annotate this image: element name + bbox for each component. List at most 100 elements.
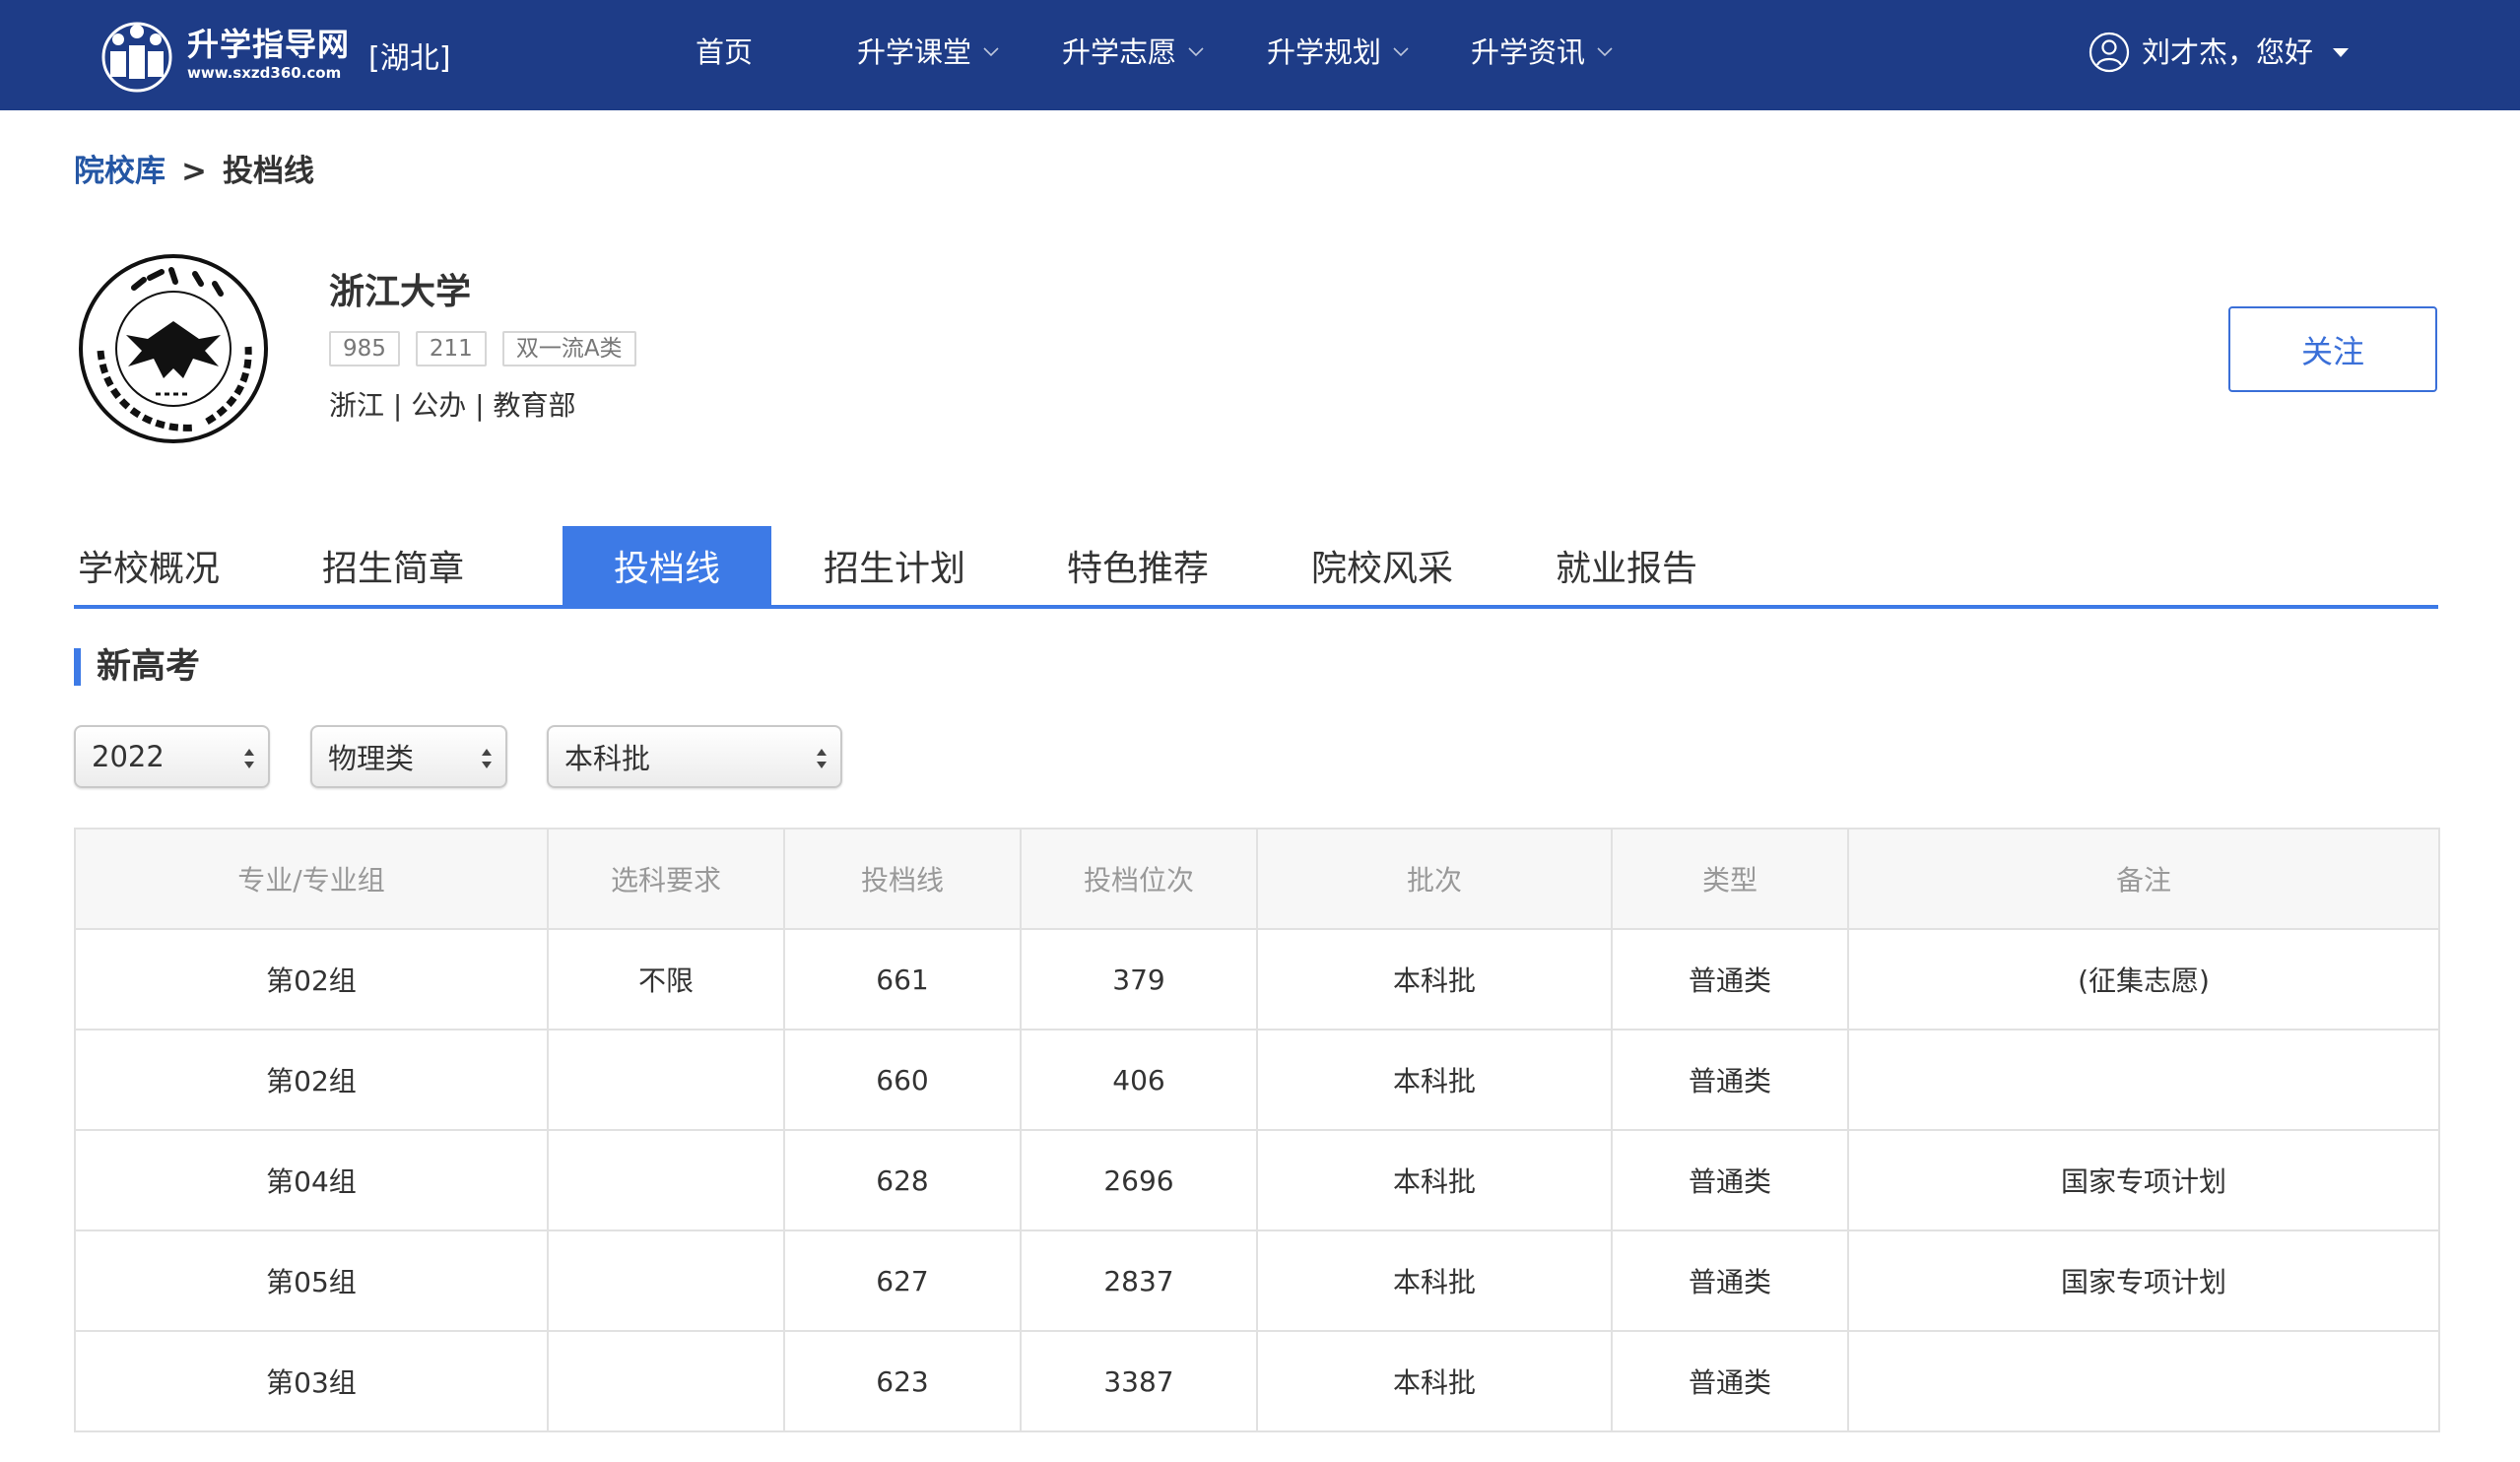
breadcrumb: 院校库 > 投档线 [74, 150, 314, 193]
cell-batch: 本科批 [1256, 1229, 1613, 1332]
nav-planning-label: 升学规划 [1267, 35, 1382, 69]
cell-major-group: 第02组 [74, 1029, 549, 1131]
header-batch: 批次 [1256, 828, 1613, 930]
table-row: 第03组 623 3387 本科批 普通类 [74, 1330, 2440, 1432]
tag-985: 985 [329, 331, 400, 366]
nav-application-label: 升学志愿 [1062, 35, 1177, 69]
cell-remark [1847, 1029, 2440, 1131]
cell-batch: 本科批 [1256, 1129, 1613, 1231]
table-row: 第02组 660 406 本科批 普通类 [74, 1029, 2440, 1131]
cell-remark: 国家专项计划 [1847, 1129, 2440, 1231]
select-arrows-icon [244, 749, 254, 768]
tab-admission-guide[interactable]: 招生简章 [318, 526, 468, 605]
breadcrumb-separator: > [181, 154, 207, 189]
nav-news[interactable]: 升学资讯 [1471, 30, 1613, 75]
chevron-down-icon [983, 47, 999, 57]
nav-classroom-label: 升学课堂 [857, 35, 972, 69]
school-name: 浙江大学 [329, 272, 472, 312]
cell-rank: 406 [1020, 1029, 1258, 1131]
cell-rank: 2696 [1020, 1129, 1258, 1231]
cell-rank: 3387 [1020, 1330, 1258, 1432]
nav-application[interactable]: 升学志愿 [1062, 30, 1204, 75]
tab-enrollment-plan[interactable]: 招生计划 [820, 526, 969, 605]
section-accent-bar [74, 648, 81, 686]
tag-double-first-class: 双一流A类 [501, 331, 636, 366]
school-tags: 985 211 双一流A类 [329, 331, 652, 366]
cell-score: 627 [783, 1229, 1022, 1332]
user-greeting: 刘才杰，您好 [2142, 35, 2314, 69]
select-arrows-icon [482, 749, 492, 768]
site-logo-text[interactable]: 升学指导网 www.sxzd360.com [187, 26, 350, 83]
school-tabs: 学校概况 招生简章 投档线 招生计划 特色推荐 院校风采 就业报告 [74, 526, 2438, 609]
batch-select-value: 本科批 [564, 742, 651, 775]
cell-major-group: 第03组 [74, 1330, 549, 1432]
region-selector[interactable]: [湖北] [368, 39, 450, 79]
cell-major-group: 第05组 [74, 1229, 549, 1332]
tab-admission-scores[interactable]: 投档线 [563, 526, 771, 605]
table-header-row: 专业/专业组 选科要求 投档线 投档位次 批次 类型 备注 [74, 828, 2440, 930]
header-remark: 备注 [1847, 828, 2440, 930]
cell-subject-requirement: 不限 [547, 928, 785, 1030]
year-select-value: 2022 [92, 740, 165, 773]
site-logo-icon[interactable] [99, 18, 175, 93]
batch-select[interactable]: 本科批 [547, 725, 842, 788]
cell-score: 623 [783, 1330, 1022, 1432]
cell-remark: 国家专项计划 [1847, 1229, 2440, 1332]
cell-batch: 本科批 [1256, 928, 1613, 1030]
cell-score: 660 [783, 1029, 1022, 1131]
table-row: 第04组 628 2696 本科批 普通类 国家专项计划 [74, 1129, 2440, 1231]
cell-score: 661 [783, 928, 1022, 1030]
breadcrumb-school-library-link[interactable]: 院校库 [74, 150, 166, 193]
breadcrumb-current: 投档线 [222, 154, 314, 189]
subject-select-value: 物理类 [328, 742, 415, 775]
tab-overview[interactable]: 学校概况 [74, 526, 224, 605]
section-title: 新高考 [97, 647, 201, 687]
cell-type: 普通类 [1611, 1029, 1849, 1131]
tab-campus-style[interactable]: 院校风采 [1307, 526, 1457, 605]
cell-rank: 2837 [1020, 1229, 1258, 1332]
cell-major-group: 第04组 [74, 1129, 549, 1231]
header-major-group: 专业/专业组 [74, 828, 549, 930]
site-url: www.sxzd360.com [187, 64, 342, 82]
header-score: 投档线 [783, 828, 1022, 930]
cell-type: 普通类 [1611, 1129, 1849, 1231]
cell-batch: 本科批 [1256, 1330, 1613, 1432]
nav-home-label: 首页 [696, 35, 754, 69]
chevron-down-icon [1597, 47, 1613, 57]
cell-batch: 本科批 [1256, 1029, 1613, 1131]
select-arrows-icon [817, 749, 827, 768]
user-avatar-icon [2089, 32, 2130, 73]
table-row: 第05组 627 2837 本科批 普通类 国家专项计划 [74, 1229, 2440, 1332]
site-name: 升学指导网 [187, 26, 351, 63]
follow-button[interactable]: 关注 [2228, 306, 2437, 392]
subject-select[interactable]: 物理类 [310, 725, 507, 788]
cell-subject-requirement [547, 1029, 785, 1131]
cell-remark: (征集志愿) [1847, 928, 2440, 1030]
year-select[interactable]: 2022 [74, 725, 270, 788]
top-navigation-bar: 升学指导网 www.sxzd360.com [湖北] 首页 升学课堂 升学志愿 … [0, 0, 2520, 110]
nav-home[interactable]: 首页 [696, 30, 753, 75]
cell-major-group: 第02组 [74, 928, 549, 1030]
nav-news-label: 升学资讯 [1471, 35, 1586, 69]
cell-type: 普通类 [1611, 1330, 1849, 1432]
school-meta: 浙江 | 公办 | 教育部 [329, 389, 576, 422]
chevron-down-icon [1188, 47, 1204, 57]
cell-score: 628 [783, 1129, 1022, 1231]
tab-employment-report[interactable]: 就业报告 [1552, 526, 1701, 605]
cell-type: 普通类 [1611, 1229, 1849, 1332]
nav-classroom[interactable]: 升学课堂 [857, 30, 999, 75]
nav-planning[interactable]: 升学规划 [1267, 30, 1409, 75]
cell-rank: 379 [1020, 928, 1258, 1030]
header-subject-requirement: 选科要求 [547, 828, 785, 930]
caret-down-icon [2333, 47, 2350, 57]
cell-type: 普通类 [1611, 928, 1849, 1030]
user-menu[interactable]: 刘才杰，您好 [2089, 30, 2350, 75]
tab-featured[interactable]: 特色推荐 [1063, 526, 1213, 605]
cell-subject-requirement [547, 1129, 785, 1231]
admission-score-table: 专业/专业组 选科要求 投档线 投档位次 批次 类型 备注 第02组 不限 66… [74, 828, 2440, 1432]
table-row: 第02组 不限 661 379 本科批 普通类 (征集志愿) [74, 928, 2440, 1030]
header-rank: 投档位次 [1020, 828, 1258, 930]
header-type: 类型 [1611, 828, 1849, 930]
school-emblem-icon [79, 254, 268, 443]
cell-subject-requirement [547, 1229, 785, 1332]
